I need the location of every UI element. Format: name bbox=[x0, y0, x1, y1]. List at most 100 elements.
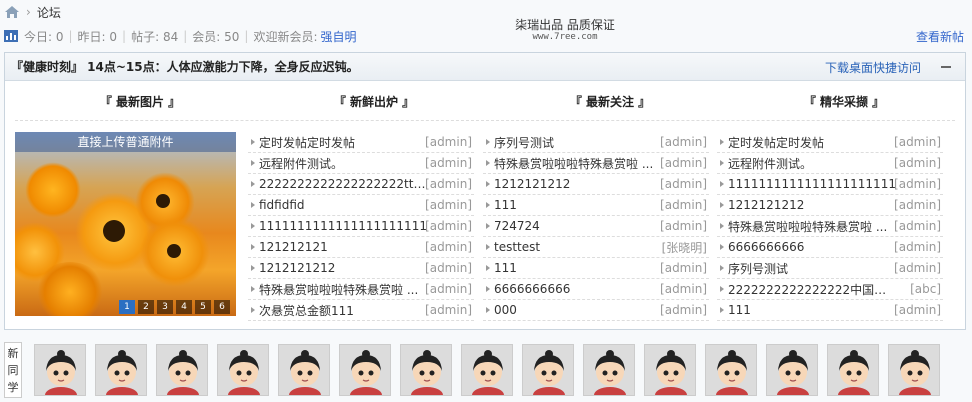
post-author[interactable]: [admin] bbox=[660, 282, 707, 296]
slide-dot-1[interactable]: 1 bbox=[119, 300, 135, 314]
member-avatar[interactable] bbox=[339, 344, 391, 396]
post-author[interactable]: [admin] bbox=[425, 198, 472, 212]
newest-member-link[interactable]: 强自明 bbox=[321, 28, 357, 45]
slide-dot-5[interactable]: 5 bbox=[195, 300, 211, 314]
member-avatar[interactable] bbox=[888, 344, 940, 396]
post-title-link[interactable]: 特殊悬赏啦啦啦特殊悬赏啦 ... bbox=[259, 281, 418, 298]
slide-dot-2[interactable]: 2 bbox=[138, 300, 154, 314]
breadcrumb-current[interactable]: 论坛 bbox=[37, 4, 61, 21]
post-author[interactable]: [张晓明] bbox=[662, 239, 707, 256]
member-avatar[interactable] bbox=[156, 344, 208, 396]
post-author[interactable]: [admin] bbox=[894, 198, 941, 212]
list-item: 1212121212 [admin] bbox=[717, 195, 943, 216]
post-author[interactable]: [admin] bbox=[894, 156, 941, 170]
post-author[interactable]: [admin] bbox=[425, 177, 472, 191]
post-author[interactable]: [admin] bbox=[894, 219, 941, 233]
slide-dot-4[interactable]: 4 bbox=[176, 300, 192, 314]
post-author[interactable]: [admin] bbox=[425, 219, 472, 233]
post-author[interactable]: [admin] bbox=[660, 156, 707, 170]
default-avatar-icon bbox=[889, 345, 939, 395]
post-title-link[interactable]: 6666666666 bbox=[494, 282, 570, 296]
post-title-link[interactable]: 111 bbox=[494, 261, 517, 275]
list-item: 121212121 [admin] bbox=[248, 237, 474, 258]
image-slideshow[interactable]: 直接上传普通附件 1 2 3 4 5 6 bbox=[15, 132, 236, 316]
brand-main-text: 柒瑞出品 品质保证 bbox=[515, 18, 615, 32]
bullet-arrow-icon bbox=[486, 181, 490, 187]
member-avatar[interactable] bbox=[461, 344, 513, 396]
post-title-link[interactable]: 000 bbox=[494, 303, 517, 317]
member-avatar[interactable] bbox=[95, 344, 147, 396]
post-author[interactable]: [admin] bbox=[894, 135, 941, 149]
post-author[interactable]: [admin] bbox=[660, 219, 707, 233]
list-item: 111 [admin] bbox=[483, 195, 709, 216]
post-title-link[interactable]: 定时发帖定时发帖 bbox=[728, 134, 824, 151]
post-author[interactable]: [admin] bbox=[894, 303, 941, 317]
post-author[interactable]: [admin] bbox=[425, 240, 472, 254]
post-title-link[interactable]: 定时发帖定时发帖 bbox=[259, 134, 355, 151]
post-author[interactable]: [admin] bbox=[660, 303, 707, 317]
post-title-link[interactable]: 111 bbox=[494, 198, 517, 212]
slide-dot-3[interactable]: 3 bbox=[157, 300, 173, 314]
post-title-link[interactable]: 远程附件测试。 bbox=[259, 155, 343, 172]
slideshow-caption[interactable]: 直接上传普通附件 bbox=[15, 132, 236, 152]
post-title-link[interactable]: 远程附件测试。 bbox=[728, 155, 812, 172]
post-title-link[interactable]: testtest bbox=[494, 240, 540, 254]
post-title-link[interactable]: 1212121212 bbox=[728, 198, 804, 212]
bullet-arrow-icon bbox=[251, 139, 255, 145]
post-author[interactable]: [admin] bbox=[894, 240, 941, 254]
member-avatar[interactable] bbox=[705, 344, 757, 396]
home-icon[interactable] bbox=[4, 5, 20, 19]
post-title-link[interactable]: 特殊悬赏啦啦啦特殊悬赏啦 ... bbox=[494, 155, 653, 172]
member-avatar[interactable] bbox=[217, 344, 269, 396]
post-title-link[interactable]: 724724 bbox=[494, 219, 540, 233]
member-avatar[interactable] bbox=[583, 344, 635, 396]
member-avatar[interactable] bbox=[766, 344, 818, 396]
post-author[interactable]: [admin] bbox=[425, 282, 472, 296]
post-author[interactable]: [admin] bbox=[425, 261, 472, 275]
member-avatar[interactable] bbox=[522, 344, 574, 396]
post-title-link[interactable]: 6666666666 bbox=[728, 240, 804, 254]
post-author[interactable]: [admin] bbox=[894, 177, 941, 191]
post-author[interactable]: [admin] bbox=[660, 135, 707, 149]
post-author[interactable]: [admin] bbox=[894, 261, 941, 275]
member-avatar[interactable] bbox=[278, 344, 330, 396]
post-title-link[interactable]: 1111111111111111111111 bbox=[728, 177, 896, 191]
stats-chart-icon bbox=[4, 30, 18, 42]
default-avatar-icon bbox=[35, 345, 85, 395]
health-tip-headline: 『健康时刻』 14点~15点：人体应激能力下降，全身反应迟钝。 bbox=[11, 60, 359, 74]
post-author[interactable]: [admin] bbox=[660, 177, 707, 191]
post-author[interactable]: [abc] bbox=[910, 282, 941, 296]
post-title-link[interactable]: 111 bbox=[728, 303, 751, 317]
column-title-new: 『 新鲜出炉 』 bbox=[333, 95, 415, 109]
member-avatar[interactable] bbox=[400, 344, 452, 396]
member-avatar[interactable] bbox=[644, 344, 696, 396]
default-avatar-icon bbox=[462, 345, 512, 395]
post-title-link[interactable]: fidfidfid bbox=[259, 198, 305, 212]
bullet-arrow-icon bbox=[251, 307, 255, 313]
download-shortcut-link[interactable]: 下载桌面快捷访问 bbox=[825, 59, 921, 76]
post-author[interactable]: [admin] bbox=[660, 261, 707, 275]
post-title-link[interactable]: 121212121 bbox=[259, 240, 328, 254]
post-author[interactable]: [admin] bbox=[660, 198, 707, 212]
post-author[interactable]: [admin] bbox=[425, 156, 472, 170]
post-title-link[interactable]: 特殊悬赏啦啦啦特殊悬赏啦 ... bbox=[728, 218, 887, 235]
post-title-link[interactable]: 1111111111111111111111 bbox=[259, 219, 427, 233]
post-title-link[interactable]: 1212121212 bbox=[494, 177, 570, 191]
slide-dot-6[interactable]: 6 bbox=[214, 300, 230, 314]
post-title-link[interactable]: 2222222222222222中国哦你 ... bbox=[728, 281, 898, 298]
stat-posts: 帖子: 84 bbox=[131, 29, 179, 44]
default-avatar-icon bbox=[706, 345, 756, 395]
collapse-icon[interactable] bbox=[941, 66, 951, 68]
view-new-posts-link[interactable]: 查看新帖 bbox=[916, 28, 964, 45]
post-title-link[interactable]: 序列号测试 bbox=[494, 134, 554, 151]
member-avatar[interactable] bbox=[827, 344, 879, 396]
post-title-link[interactable]: 1212121212 bbox=[259, 261, 335, 275]
member-avatar[interactable] bbox=[34, 344, 86, 396]
post-title-link[interactable]: 次悬赏总金额111 bbox=[259, 302, 354, 319]
post-title-link[interactable]: 序列号测试 bbox=[728, 260, 788, 277]
post-author[interactable]: [admin] bbox=[425, 135, 472, 149]
flower-center bbox=[103, 220, 125, 242]
post-author[interactable]: [admin] bbox=[425, 303, 472, 317]
post-title-link[interactable]: 2222222222222222222tttt ... bbox=[259, 177, 429, 191]
list-item: 定时发帖定时发帖 [admin] bbox=[248, 132, 474, 153]
